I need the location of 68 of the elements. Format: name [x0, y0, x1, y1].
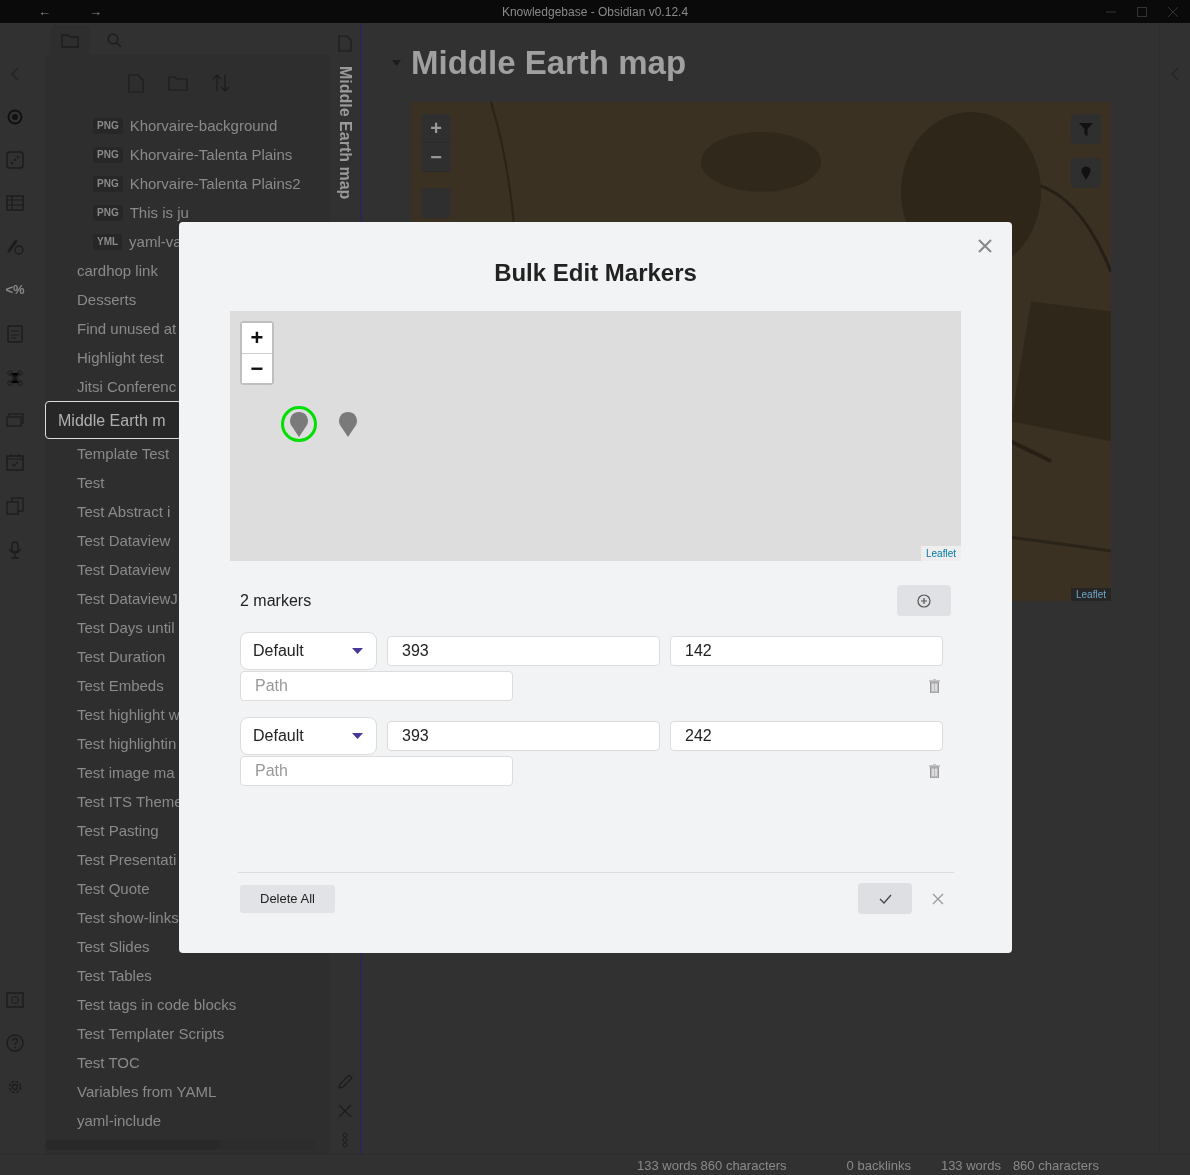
file-name: Khorvaire-background — [129, 116, 278, 136]
file-type-badge: PNG — [93, 175, 123, 192]
dialog-title: Bulk Edit Markers — [493, 259, 698, 287]
marker-type-dropdown[interactable]: Default — [240, 632, 377, 670]
zoom-out-button[interactable]: − — [242, 353, 272, 383]
attribution-link[interactable]: Leaflet — [920, 546, 961, 561]
file-name: This is ju — [129, 203, 189, 223]
pin-icon — [289, 411, 309, 437]
file-item[interactable]: Variables from YAML — [45, 1077, 315, 1106]
pin-icon — [1081, 166, 1091, 180]
map-marker[interactable] — [281, 406, 317, 442]
pin-icon — [338, 411, 358, 437]
file-item[interactable]: yaml-include — [45, 1106, 315, 1135]
caret-icon — [352, 648, 363, 654]
y-coordinate-field[interactable]: 142 — [670, 636, 943, 666]
status-text: 133 words — [940, 1157, 1001, 1173]
caret-icon — [352, 733, 363, 739]
close-icon[interactable] — [978, 239, 992, 253]
note-heading: Middle Earth map — [411, 43, 687, 83]
add-marker-button[interactable] — [897, 585, 951, 616]
add-icon — [917, 593, 931, 608]
status-text: 0 backlinks — [846, 1157, 911, 1173]
trash-icon[interactable] — [929, 764, 940, 778]
map-view[interactable]: + − Leaflet — [230, 311, 961, 561]
cancel-icon[interactable] — [932, 892, 944, 905]
file-type-badge: PNG — [93, 117, 123, 134]
file-item[interactable]: Test TOC — [45, 1048, 315, 1077]
file-item[interactable]: Test Templater Scripts — [45, 1019, 315, 1048]
file-item[interactable]: Test tags in code blocks — [45, 990, 315, 1019]
file-type-badge: YML — [93, 233, 123, 250]
back-button[interactable]: ← — [38, 4, 51, 19]
marker-type-dropdown[interactable]: Default — [240, 717, 377, 755]
tab-title[interactable]: Middle Earth map — [336, 66, 354, 200]
file-item[interactable]: PNG Khorvaire-Talenta Plains — [45, 140, 315, 169]
file-item[interactable]: PNG Khorvaire-background — [45, 111, 315, 140]
zoom-in-button[interactable]: + — [421, 114, 451, 143]
window-title: Knowledgebase - Obsidian v0.12.4 — [500, 4, 690, 19]
marker-button[interactable] — [1071, 158, 1101, 188]
file-type-badge: PNG — [93, 146, 123, 163]
file-item[interactable]: Middle Earth m — [45, 401, 182, 439]
file-item[interactable]: PNG This is ju — [45, 198, 315, 227]
marker-count: 2 markers — [240, 591, 312, 610]
target-icon[interactable] — [7, 109, 23, 125]
file-item[interactable]: Test Tables — [45, 961, 315, 990]
check-icon — [878, 893, 892, 904]
close-icon[interactable] — [1168, 6, 1178, 17]
file-name: Khorvaire-Talenta Plains — [129, 145, 293, 165]
graph-icon[interactable] — [6, 369, 24, 387]
path-field[interactable]: Path — [240, 671, 513, 701]
status-text: 860 characters — [1012, 1157, 1099, 1173]
templater-icon[interactable]: <% — [5, 281, 25, 299]
status-text: 133 words 860 characters — [637, 1157, 787, 1173]
x-coordinate-field[interactable]: 393 — [387, 721, 660, 751]
filter-button[interactable] — [1071, 114, 1101, 144]
file-name: Khorvaire-Talenta Plains2 — [129, 174, 301, 194]
forward-button[interactable]: → — [89, 4, 102, 19]
confirm-button[interactable] — [858, 883, 912, 914]
filter-icon — [1079, 122, 1093, 136]
maximize-icon[interactable] — [1137, 6, 1147, 17]
trash-icon[interactable] — [929, 679, 940, 693]
file-type-badge: PNG — [93, 204, 123, 221]
y-coordinate-field[interactable]: 242 — [670, 721, 943, 751]
attribution-link[interactable]: Leaflet — [1070, 588, 1111, 601]
zoom-out-button[interactable]: − — [421, 143, 451, 172]
delete-all-button[interactable]: Delete All — [240, 884, 335, 913]
x-coordinate-field[interactable]: 393 — [387, 636, 660, 666]
path-field[interactable]: Path — [240, 756, 513, 786]
file-item[interactable]: PNG Khorvaire-Talenta Plains2 — [45, 169, 315, 198]
